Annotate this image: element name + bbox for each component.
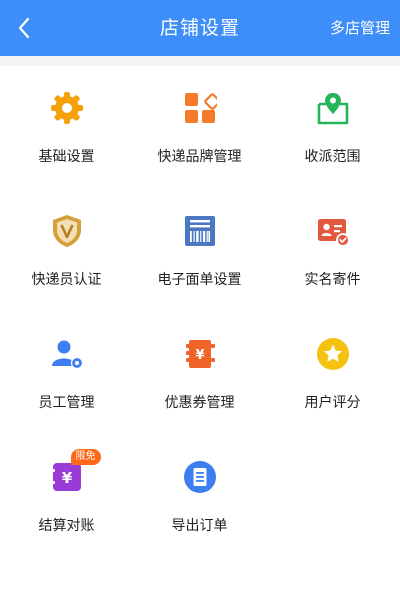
menu-item-label: 实名寄件	[304, 272, 361, 288]
menu-item-label: 结算对账	[38, 518, 95, 534]
document-list-icon	[183, 461, 216, 493]
multi-store-management-link[interactable]: 多店管理	[330, 0, 390, 56]
map-pin-icon	[317, 93, 348, 125]
brand-blocks-icon	[184, 93, 217, 123]
coupon-icon: ¥	[185, 340, 215, 368]
back-button[interactable]	[4, 8, 44, 48]
menu-item-delivery-range[interactable]: 收派范围	[266, 66, 399, 189]
svg-text:¥: ¥	[61, 469, 72, 487]
menu-item-coupon-management[interactable]: ¥ 优惠券管理	[133, 312, 266, 435]
svg-text:¥: ¥	[195, 348, 204, 363]
menu-item-label: 优惠券管理	[164, 395, 235, 411]
menu-item-staff-management[interactable]: 员工管理	[0, 312, 133, 435]
menu-item-label: 用户评分	[304, 395, 361, 411]
menu-item-label: 员工管理	[38, 395, 95, 411]
gear-icon	[50, 92, 83, 124]
chevron-left-icon	[18, 17, 30, 39]
menu-item-user-ratings[interactable]: 用户评分	[266, 312, 399, 435]
menu-item-label: 导出订单	[171, 518, 228, 534]
menu-item-e-waybill-settings[interactable]: 电子面单设置	[133, 189, 266, 312]
menu-item-label: 收派范围	[304, 149, 361, 165]
menu-item-courier-verification[interactable]: 快递员认证	[0, 189, 133, 312]
app-header: 店铺设置 多店管理	[0, 0, 400, 56]
staff-gear-icon	[51, 340, 83, 370]
menu-item-export-orders[interactable]: 导出订单	[133, 435, 266, 558]
menu-item-label: 电子面单设置	[157, 272, 242, 288]
menu-item-settlement-reconciliation[interactable]: ¥ 限免 结算对账	[0, 435, 133, 558]
header-divider	[0, 56, 400, 66]
menu-item-label: 快递员认证	[31, 272, 102, 288]
barcode-receipt-icon	[184, 216, 215, 246]
menu-item-basic-settings[interactable]: 基础设置	[0, 66, 133, 189]
star-icon	[316, 338, 349, 370]
menu-item-courier-brand-management[interactable]: 快递品牌管理	[133, 66, 266, 189]
menu-item-label: 基础设置	[38, 149, 95, 165]
id-card-icon	[317, 219, 350, 247]
free-badge: 限免	[70, 449, 101, 465]
menu-item-real-name-shipping[interactable]: 实名寄件	[266, 189, 399, 312]
shield-v-icon	[52, 215, 81, 247]
menu-item-label: 快递品牌管理	[157, 149, 242, 165]
